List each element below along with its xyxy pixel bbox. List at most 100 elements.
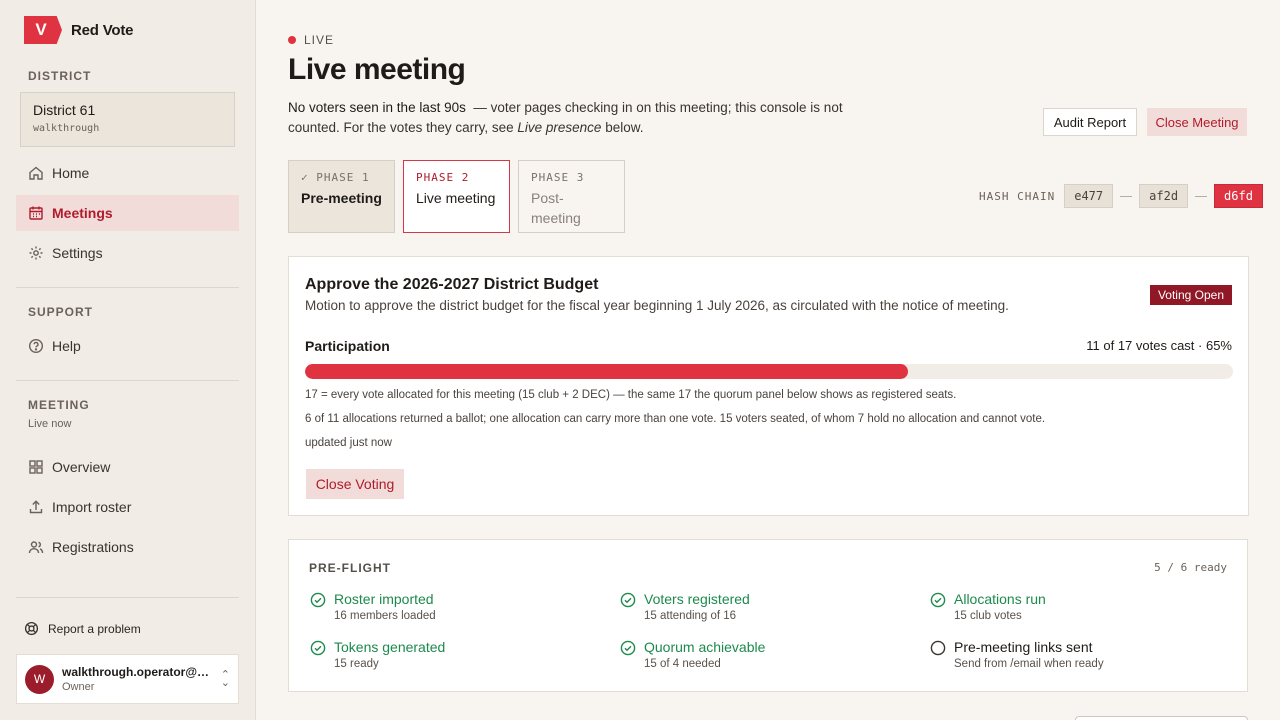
desc-live-presence: Live presence	[517, 120, 602, 135]
preflight-item-name: Quorum achievable	[644, 639, 766, 655]
district-selector[interactable]: District 61 walkthrough	[20, 92, 235, 147]
preflight-item-sub: 15 ready	[334, 658, 379, 670]
nav-import-roster[interactable]: Import roster	[16, 489, 239, 525]
nav-import-roster-label: Import roster	[52, 499, 132, 515]
user-menu[interactable]: W walkthrough.operator@ta... Owner ⌃ ⌄	[16, 654, 239, 704]
partial-card-below	[1075, 716, 1248, 720]
preflight-panel: PRE-FLIGHT 5 / 6 ready Roster imported 16…	[288, 539, 1248, 692]
participation-bar-fill	[305, 364, 909, 379]
upload-icon	[29, 500, 43, 514]
motion-title: Approve the 2026-2027 District Budget	[305, 276, 599, 293]
brand-logo: V	[24, 16, 62, 44]
nav-registrations-label: Registrations	[52, 539, 134, 555]
phase-2-step[interactable]: PHASE 2 Live meeting	[403, 160, 510, 233]
help-icon	[28, 338, 44, 354]
hash-connector	[1120, 195, 1133, 197]
sidebar: V Red Vote DISTRICT District 61 walkthro…	[0, 0, 256, 720]
user-role: Owner	[62, 681, 95, 693]
hash-chip[interactable]: e477	[1064, 184, 1114, 208]
meeting-status: Live now	[28, 418, 72, 430]
preflight-item: Roster imported 16 members loaded	[310, 591, 436, 622]
grid-icon	[29, 460, 43, 474]
preflight-item-name: Voters registered	[644, 591, 750, 607]
district-name: District 61	[33, 102, 96, 118]
check-circle-icon	[620, 640, 636, 656]
participation-note: 6 of 11 allocations returned a ballot; o…	[305, 413, 1046, 425]
preflight-item-name: Roster imported	[334, 591, 434, 607]
preflight-item-name: Pre-meeting links sent	[954, 639, 1093, 655]
nav-settings-label: Settings	[52, 245, 103, 261]
meeting-section-label: MEETING	[28, 398, 90, 412]
page-title: Live meeting	[288, 53, 466, 86]
nav-home[interactable]: Home	[16, 155, 239, 191]
support-section-label: SUPPORT	[28, 305, 94, 319]
district-section-label: DISTRICT	[28, 69, 92, 83]
close-meeting-button[interactable]: Close Meeting	[1147, 108, 1247, 136]
audit-report-button[interactable]: Audit Report	[1043, 108, 1137, 136]
nav-settings[interactable]: Settings	[16, 235, 239, 271]
check-circle-icon	[310, 592, 326, 608]
preflight-title: PRE-FLIGHT	[309, 561, 391, 575]
phase-3-label: PHASE 3	[531, 171, 585, 184]
participation-note: 17 = every vote allocated for this meeti…	[305, 389, 957, 401]
hash-chain: HASH CHAIN e477 af2d d6fd	[979, 184, 1263, 208]
check-circle-icon	[310, 640, 326, 656]
preflight-item: Pre-meeting links sent Send from /email w…	[930, 639, 1104, 670]
preflight-item-sub: 15 attending of 16	[644, 610, 737, 622]
live-label: LIVE	[304, 33, 335, 47]
nav-overview-label: Overview	[52, 459, 111, 475]
hash-chip-current[interactable]: d6fd	[1214, 184, 1263, 208]
chevron-updown-icon: ⌃ ⌄	[220, 669, 230, 689]
sidebar-divider	[16, 287, 239, 288]
preflight-item-name: Allocations run	[954, 591, 1046, 607]
desc-strong: No voters seen in the last 90s	[288, 100, 466, 115]
sidebar-divider	[16, 380, 239, 381]
phase-2-name: Live meeting	[416, 190, 496, 206]
motion-card: Approve the 2026-2027 District Budget Mo…	[288, 256, 1249, 516]
hash-chain-label: HASH CHAIN	[979, 189, 1056, 203]
nav-meetings[interactable]: Meetings	[16, 195, 239, 231]
preflight-item: Voters registered 15 attending of 16	[620, 591, 750, 622]
check-circle-icon	[930, 592, 946, 608]
lifebuoy-icon	[24, 621, 39, 636]
nav-home-label: Home	[52, 165, 90, 181]
check-circle-icon	[620, 592, 636, 608]
brand-name: Red Vote	[71, 21, 134, 39]
participation-bar	[305, 364, 1233, 379]
users-icon	[28, 541, 44, 554]
close-voting-button[interactable]: Close Voting	[306, 469, 404, 499]
report-problem-link[interactable]: Report a problem	[24, 621, 141, 636]
hash-chip[interactable]: af2d	[1139, 184, 1189, 208]
phase-2-label: PHASE 2	[416, 171, 470, 184]
phase-1-name: Pre-meeting	[301, 190, 382, 206]
district-sub: walkthrough	[33, 123, 100, 134]
live-dot-icon	[288, 36, 296, 44]
nav-help[interactable]: Help	[16, 328, 239, 364]
home-icon	[29, 166, 43, 180]
participation-count: 11 of 17 votes cast · 65%	[1086, 338, 1232, 353]
brand[interactable]: V Red Vote	[24, 16, 133, 44]
nav-overview[interactable]: Overview	[16, 449, 239, 485]
gear-icon	[29, 246, 43, 260]
nav-registrations[interactable]: Registrations	[16, 529, 239, 565]
participation-label: Participation	[305, 338, 390, 354]
preflight-item: Tokens generated 15 ready	[310, 639, 445, 670]
preflight-item-name: Tokens generated	[334, 639, 446, 655]
preflight-item-sub: 16 members loaded	[334, 610, 436, 622]
avatar: W	[25, 664, 54, 694]
phase-3-name: Post-meeting	[531, 190, 581, 226]
updated-timestamp: updated just now	[305, 437, 392, 449]
preflight-item: Allocations run 15 club votes	[930, 591, 1046, 622]
user-email: walkthrough.operator@ta...	[62, 665, 212, 679]
nav-help-label: Help	[52, 338, 81, 354]
desc-end: below.	[605, 120, 644, 135]
motion-description: Motion to approve the district budget fo…	[305, 298, 1009, 313]
hash-connector	[1195, 195, 1208, 197]
phase-3-step[interactable]: PHASE 3 Post-meeting	[518, 160, 625, 233]
preflight-count: 5 / 6 ready	[1154, 561, 1227, 574]
calendar-icon	[29, 206, 43, 220]
page-description: No voters seen in the last 90s — voter p…	[288, 98, 868, 138]
phase-1-label: ✓ PHASE 1	[301, 171, 370, 184]
phase-1-step[interactable]: ✓ PHASE 1 Pre-meeting	[288, 160, 395, 233]
preflight-item-sub: Send from /email when ready	[954, 658, 1104, 670]
